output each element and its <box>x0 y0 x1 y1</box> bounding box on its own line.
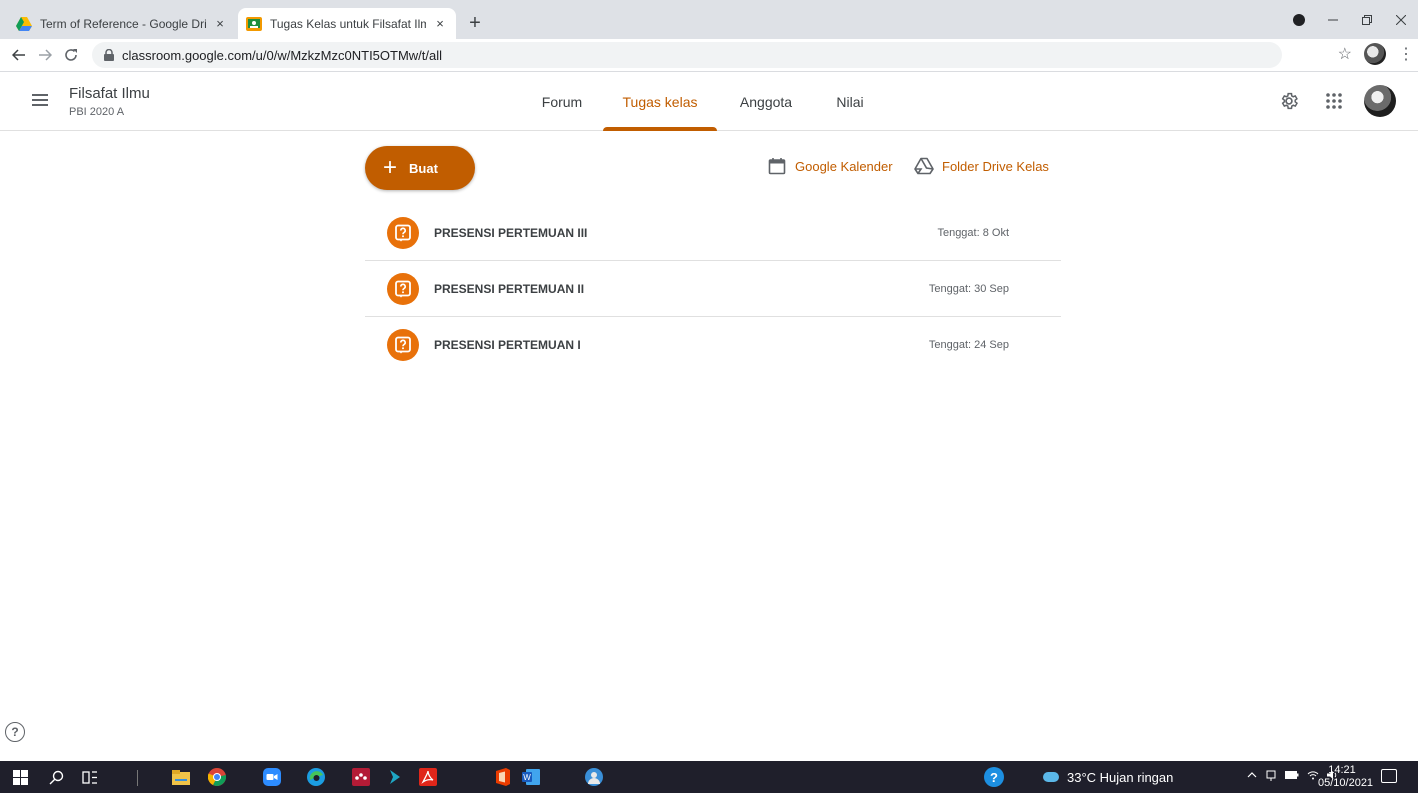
classwork-title: PRESENSI PERTEMUAN I <box>434 338 581 352</box>
minimize-button[interactable] <box>1316 5 1350 35</box>
minimize-icon <box>1328 19 1338 20</box>
notification-center-icon[interactable] <box>1381 769 1397 783</box>
app-arrow-icon[interactable] <box>384 766 406 788</box>
acrobat-reader-icon[interactable] <box>417 766 439 788</box>
new-tab-button[interactable]: + <box>463 12 487 36</box>
account-avatar[interactable] <box>1364 85 1396 117</box>
create-button[interactable]: + Buat <box>365 146 475 190</box>
plus-icon: + <box>383 154 398 181</box>
restore-icon <box>1362 14 1372 25</box>
drive-folder-label: Folder Drive Kelas <box>942 158 1049 174</box>
chevron-up-icon[interactable] <box>1247 770 1257 780</box>
window-controls <box>1282 0 1418 39</box>
browser-toolbar: classroom.google.com/u/0/w/MzkzMzc0NTI5O… <box>0 39 1418 72</box>
classwork-list: PRESENSI PERTEMUAN III Tenggat: 8 Okt PR… <box>365 205 1061 373</box>
drive-icon <box>914 156 934 176</box>
classroom-header: Filsafat Ilmu PBI 2020 A Forum Tugas kel… <box>0 72 1418 131</box>
google-calendar-link[interactable]: Google Kalender <box>767 155 893 177</box>
svg-text:W: W <box>523 773 531 782</box>
profile-indicator[interactable] <box>1282 5 1316 35</box>
classwork-title: PRESENSI PERTEMUAN II <box>434 281 585 296</box>
question-icon <box>387 216 419 249</box>
svg-text:?: ? <box>990 770 998 785</box>
battery-icon[interactable] <box>1285 770 1299 780</box>
file-explorer-icon[interactable] <box>170 766 192 788</box>
search-icon[interactable] <box>45 766 67 788</box>
classwork-due-date: Tenggat: 30 Sep <box>928 282 1009 295</box>
reload-icon <box>65 49 77 61</box>
weather-text: 33°C Hujan ringan <box>1067 769 1174 785</box>
help-icon[interactable]: ? <box>5 722 25 742</box>
bookmark-star-icon[interactable]: ☆ <box>1338 44 1352 64</box>
browser-tab-strip: Term of Reference - Google Drive × Tugas… <box>0 0 1418 39</box>
close-icon[interactable]: × <box>432 16 448 32</box>
class-drive-folder-link[interactable]: Folder Drive Kelas <box>914 155 1049 177</box>
browser-profile-avatar[interactable] <box>1364 43 1386 65</box>
google-apps-icon[interactable] <box>1322 89 1346 113</box>
lock-icon <box>102 48 116 62</box>
url-text: classroom.google.com/u/0/w/MzkzMzc0NTI5O… <box>122 47 443 63</box>
word-icon[interactable]: W <box>520 766 542 788</box>
main-menu-icon[interactable] <box>32 91 52 111</box>
create-button-label: Buat <box>409 160 438 176</box>
office-icon[interactable] <box>491 766 513 788</box>
close-window-button[interactable] <box>1384 5 1418 35</box>
tab-tugas-kelas[interactable]: Tugas kelas <box>603 72 717 131</box>
toolbar-right-actions: ☆ ⋮ <box>1338 43 1414 65</box>
back-arrow-icon <box>12 49 25 61</box>
google-classroom-icon <box>246 16 262 32</box>
browser-tab-title: Term of Reference - Google Drive <box>40 16 206 31</box>
reload-button[interactable] <box>58 42 84 68</box>
browser-tab-drive[interactable]: Term of Reference - Google Drive × <box>8 8 236 39</box>
classwork-item[interactable]: PRESENSI PERTEMUAN II Tenggat: 30 Sep <box>365 261 1061 317</box>
taskbar-clock[interactable]: 14:21 05/10/2021 <box>1318 764 1374 790</box>
question-icon <box>387 272 419 305</box>
app-profile-icon[interactable] <box>583 766 605 788</box>
forward-arrow-icon <box>39 49 52 61</box>
class-title[interactable]: Filsafat Ilmu <box>69 85 150 102</box>
classwork-due-date: Tenggat: 8 Okt <box>937 226 1009 239</box>
clock-date: 05/10/2021 <box>1318 777 1374 789</box>
tab-anggota[interactable]: Anggota <box>726 72 806 131</box>
class-section: PBI 2020 A <box>69 106 125 118</box>
back-button[interactable] <box>6 42 32 68</box>
taskbar-separator <box>137 770 138 786</box>
browser-tab-title: Tugas Kelas untuk Filsafat Ilmu PBI 2020… <box>270 16 426 31</box>
clock-time: 14:21 <box>1328 764 1356 776</box>
tab-forum[interactable]: Forum <box>524 72 600 131</box>
classwork-item[interactable]: PRESENSI PERTEMUAN I Tenggat: 24 Sep <box>365 317 1061 373</box>
classwork-title: PRESENSI PERTEMUAN III <box>434 225 588 240</box>
classwork-due-date: Tenggat: 24 Sep <box>928 339 1009 351</box>
browser-menu-icon[interactable]: ⋮ <box>1398 44 1414 64</box>
restore-button[interactable] <box>1350 5 1384 35</box>
help-assistant-icon[interactable]: ? <box>983 766 1005 788</box>
classwork-item[interactable]: PRESENSI PERTEMUAN III Tenggat: 8 Okt <box>365 205 1061 261</box>
cloud-icon <box>1043 772 1059 782</box>
settings-gear-icon[interactable] <box>1277 89 1301 113</box>
windows-taskbar: W ? 33°C Hujan ringan 14:21 05/10/2021 <box>0 761 1418 793</box>
chrome-icon[interactable] <box>206 766 228 788</box>
address-bar[interactable]: classroom.google.com/u/0/w/MzkzMzc0NTI5O… <box>92 42 1282 68</box>
network-icon[interactable] <box>1265 770 1277 782</box>
edge-icon[interactable] <box>305 766 327 788</box>
mendeley-icon[interactable] <box>350 766 372 788</box>
browser-tab-classroom[interactable]: Tugas Kelas untuk Filsafat Ilmu PBI 2020… <box>238 8 456 39</box>
profile-dot-icon <box>1293 13 1305 26</box>
close-window-icon <box>1396 14 1406 25</box>
question-icon <box>387 329 419 361</box>
tab-nilai[interactable]: Nilai <box>815 72 885 131</box>
close-icon[interactable]: × <box>212 16 228 32</box>
zoom-icon[interactable] <box>261 766 283 788</box>
google-calendar-label: Google Kalender <box>795 158 893 174</box>
google-drive-icon <box>16 16 32 32</box>
windows-start-icon[interactable] <box>9 766 31 788</box>
task-view-icon[interactable] <box>79 766 101 788</box>
forward-button[interactable] <box>32 42 58 68</box>
weather-widget[interactable]: 33°C Hujan ringan <box>1043 761 1173 793</box>
calendar-icon <box>767 156 787 176</box>
